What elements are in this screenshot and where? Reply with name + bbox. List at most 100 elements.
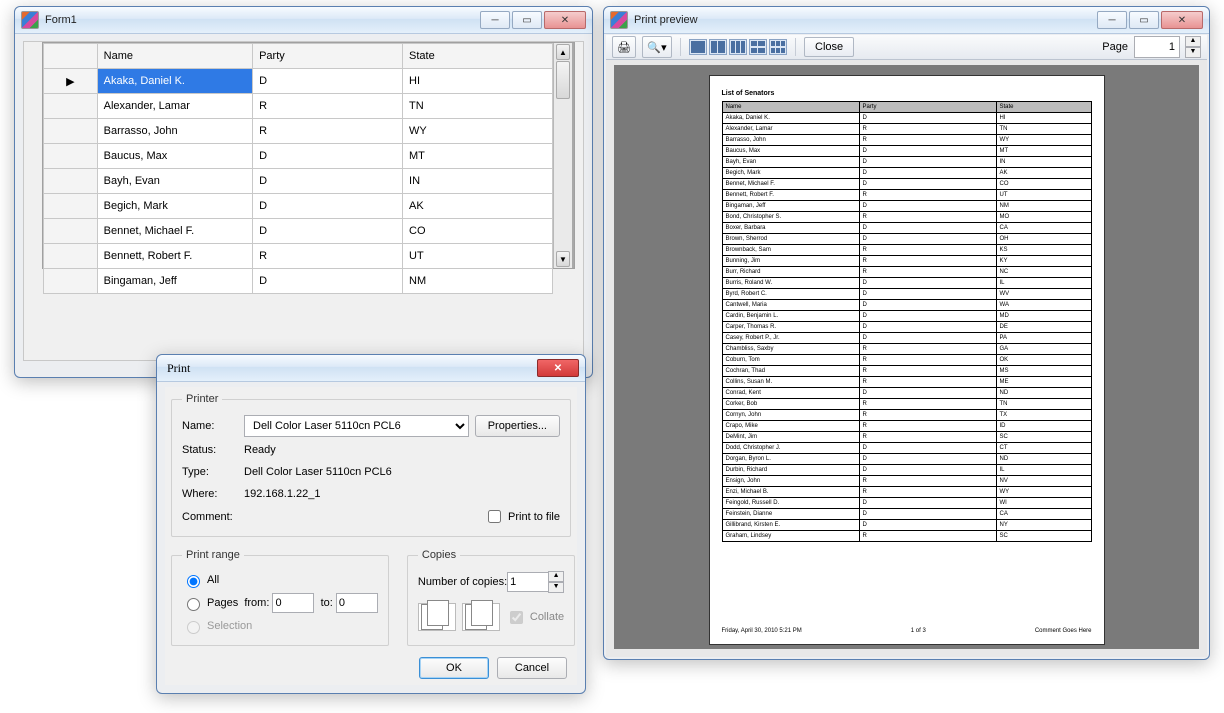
pv-cell-party: D [859,168,996,179]
from-input[interactable] [272,593,314,613]
printer-select[interactable]: Dell Color Laser 5110cn PCL6 [244,415,469,437]
cell-state[interactable]: CO [403,219,553,244]
where-label: Where: [182,488,244,500]
page-up-button[interactable]: ▲ [1185,36,1201,47]
cell-state[interactable]: AK [403,194,553,219]
table-row[interactable]: Baucus, MaxDMT [44,144,553,169]
properties-button[interactable]: Properties... [475,415,560,437]
table-row[interactable]: Bennet, Michael F.DCO [44,219,553,244]
pv-cell-state: TN [996,124,1091,135]
cell-party[interactable]: D [253,144,403,169]
four-page-icon[interactable] [749,39,767,55]
copies-input[interactable] [507,572,549,592]
copies-up-button[interactable]: ▲ [548,571,564,582]
two-page-icon[interactable] [709,39,727,55]
table-row[interactable]: Bingaman, JeffDNM [44,269,553,294]
scroll-up-button[interactable]: ▲ [556,44,570,60]
table-row[interactable]: Begich, MarkDAK [44,194,553,219]
cell-state[interactable]: UT [403,244,553,269]
scroll-down-button[interactable]: ▼ [556,251,570,267]
row-selector[interactable] [44,144,98,169]
range-pages-radio[interactable]: Pages [182,595,238,611]
six-page-icon[interactable] [769,39,787,55]
pv-cell-state: HI [996,113,1091,124]
page-number-input[interactable] [1134,36,1180,58]
cell-name[interactable]: Barrasso, John [97,119,252,144]
cell-state[interactable]: MT [403,144,553,169]
cell-name[interactable]: Alexander, Lamar [97,94,252,119]
preview-canvas[interactable]: List of Senators Name Party State Akaka,… [614,65,1199,649]
cell-party[interactable]: D [253,219,403,244]
to-input[interactable] [336,593,378,613]
close-button[interactable]: ✕ [537,359,579,377]
range-all-radio[interactable]: All [182,572,219,588]
page-down-button[interactable]: ▼ [1185,47,1201,58]
maximize-button[interactable]: ▭ [512,11,542,29]
form1-titlebar[interactable]: Form1 ─ ▭ ✕ [15,7,592,34]
print-to-file-checkbox[interactable]: Print to file [484,507,560,526]
table-row[interactable]: ▶Akaka, Daniel K.DHI [44,69,553,94]
cell-party[interactable]: R [253,94,403,119]
row-selector[interactable] [44,169,98,194]
one-page-icon[interactable] [689,39,707,55]
cell-name[interactable]: Bennet, Michael F. [97,219,252,244]
table-row[interactable]: Alexander, LamarRTN [44,94,553,119]
cell-party[interactable]: D [253,169,403,194]
range-selection-radio: Selection [182,618,252,634]
row-selector[interactable] [44,219,98,244]
column-name[interactable]: Name [97,44,252,69]
cell-party[interactable]: D [253,194,403,219]
table-row[interactable]: Bayh, EvanDIN [44,169,553,194]
cell-party[interactable]: D [253,269,403,294]
pv-cell-party: R [859,344,996,355]
cell-name[interactable]: Bayh, Evan [97,169,252,194]
column-party[interactable]: Party [253,44,403,69]
column-state[interactable]: State [403,44,553,69]
print-icon[interactable]: 🖨 [612,36,636,58]
minimize-button[interactable]: ─ [480,11,510,29]
cancel-button[interactable]: Cancel [497,657,567,679]
close-preview-button[interactable]: Close [804,37,854,57]
table-row[interactable]: Bennett, Robert F.RUT [44,244,553,269]
cell-state[interactable]: NM [403,269,553,294]
row-selector-header[interactable] [44,44,98,69]
data-grid[interactable]: Name Party State ▶Akaka, Daniel K.DHIAle… [42,42,575,269]
three-page-icon[interactable] [729,39,747,55]
table-row[interactable]: Barrasso, JohnRWY [44,119,553,144]
cell-name[interactable]: Bennett, Robert F. [97,244,252,269]
ok-button[interactable]: OK [419,657,489,679]
preview-row: Bunning, JimRKY [722,256,1091,267]
row-selector[interactable] [44,194,98,219]
row-selector[interactable]: ▶ [44,69,98,94]
preview-titlebar[interactable]: Print preview ─ ▭ ✕ [604,7,1209,34]
print-to-file-input[interactable] [488,510,501,523]
minimize-button[interactable]: ─ [1097,11,1127,29]
row-selector[interactable] [44,119,98,144]
cell-state[interactable]: IN [403,169,553,194]
cell-name[interactable]: Akaka, Daniel K. [97,69,252,94]
cell-party[interactable]: D [253,69,403,94]
cell-name[interactable]: Bingaman, Jeff [97,269,252,294]
grid-scrollbar[interactable]: ▲ ▼ [553,43,572,268]
cell-name[interactable]: Baucus, Max [97,144,252,169]
row-selector[interactable] [44,94,98,119]
copies-down-button[interactable]: ▼ [548,582,564,593]
cell-party[interactable]: R [253,244,403,269]
print-dialog-titlebar[interactable]: Print ✕ [157,355,585,382]
close-button[interactable]: ✕ [544,11,586,29]
cell-state[interactable]: WY [403,119,553,144]
row-selector[interactable] [44,244,98,269]
cell-party[interactable]: R [253,119,403,144]
cell-name[interactable]: Begich, Mark [97,194,252,219]
close-button[interactable]: ✕ [1161,11,1203,29]
zoom-icon[interactable]: 🔍▾ [642,36,672,58]
pv-cell-state: CT [996,443,1091,454]
pv-cell-state: MD [996,311,1091,322]
cell-state[interactable]: TN [403,94,553,119]
preview-row: Conrad, KentDND [722,388,1091,399]
row-selector[interactable] [44,269,98,294]
maximize-button[interactable]: ▭ [1129,11,1159,29]
pv-cell-party: D [859,333,996,344]
scroll-thumb[interactable] [556,61,570,99]
cell-state[interactable]: HI [403,69,553,94]
